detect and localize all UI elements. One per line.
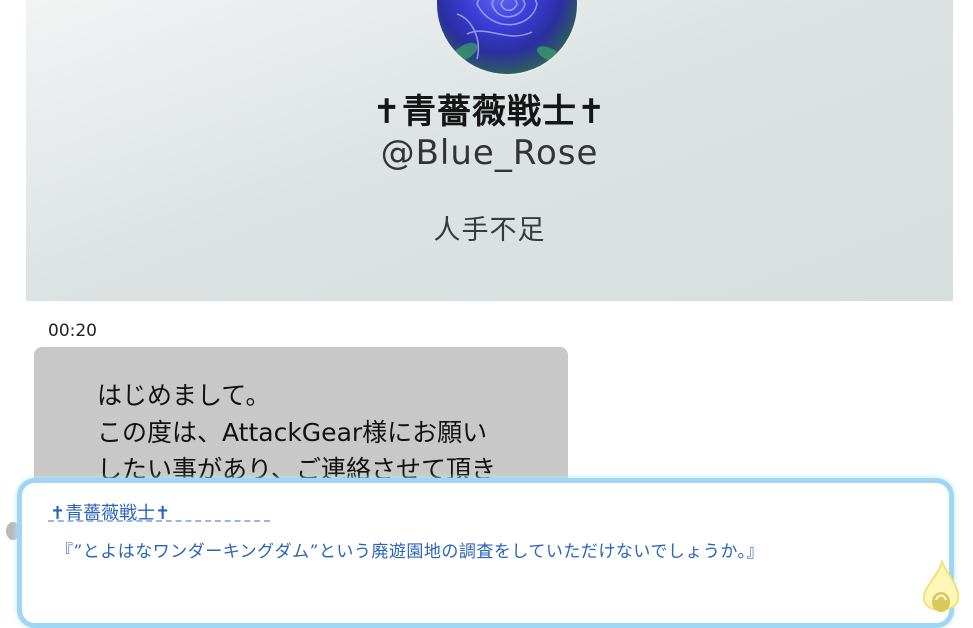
profile-header: ✝青薔薇戦士✝ @Blue_Rose 人手不足 — [26, 0, 953, 301]
dialog-box[interactable]: ✝青薔薇戦士✝ 『”とよはなワンダーキングダム”という廃遊園地の調査をしていただ… — [17, 478, 954, 628]
avatar[interactable] — [437, 0, 577, 74]
rose-image — [452, 0, 562, 62]
message-timestamp: 00:20 — [48, 321, 97, 341]
advance-flame-icon[interactable] — [918, 559, 962, 616]
user-handle: @Blue_Rose — [380, 133, 599, 173]
profile-bio: 人手不足 — [433, 215, 546, 246]
chat-message-text: はじめまして。 この度は、AttackGear様にお願い したい事があり、ご連絡… — [97, 381, 497, 484]
display-name: ✝青薔薇戦士✝ — [372, 92, 607, 132]
speaker-underline — [48, 520, 270, 522]
dialog-text: 『”とよはなワンダーキングダム”という廃遊園地の調査をしていただけないでしょうか… — [56, 542, 765, 562]
